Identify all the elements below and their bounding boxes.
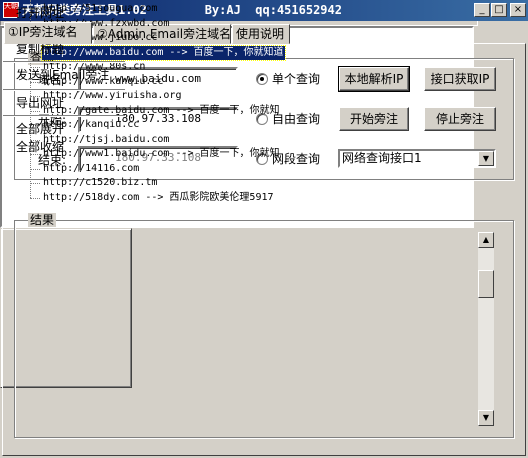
tree-item-label: http://518dy.com --> 西瓜影院欧美伦理5917 [43,191,274,203]
tree-connector [30,197,40,199]
results-scrollbar[interactable]: ▲ ▼ [478,232,494,426]
tree-item-label: http://www1.baidu.com --> 百度一下，你就知 [43,148,280,159]
minimize-button[interactable]: _ [474,3,490,17]
scroll-up-button[interactable]: ▲ [478,232,494,248]
tree-item[interactable]: http://14116.com [0,162,450,176]
close-button[interactable]: × [510,3,526,17]
scroll-down-button[interactable]: ▼ [478,410,494,426]
menu-separator [3,61,125,63]
results-tree[interactable]: http://51sougua.com http://www.fzxwbd.com… [0,0,474,228]
tree-item[interactable]: http://www1.baidu.com --> 百度一下，你就知 [0,147,450,161]
tree-item[interactable]: http://kanqiu.cc [0,118,450,132]
results-group [14,220,514,438]
ctx-export-urls[interactable]: 导出网址 [16,94,64,112]
tree-item-label: http://14116.com [43,162,140,174]
tree-item[interactable]: http://518dy.com --> 西瓜影院欧美伦理5917 [0,191,450,205]
tree-item[interactable]: http://c1520.biz.tm [0,176,450,190]
tree-connector [30,183,40,184]
ctx-send-to-email-side[interactable]: 发送到Email旁注 [16,66,109,84]
tree-item[interactable]: http://www.baidu.com --> 百度一下，你就知道 [0,44,450,61]
chevron-down-icon[interactable]: ▼ [478,151,494,166]
scroll-thumb[interactable] [478,270,494,298]
menu-separator [3,115,125,117]
results-group-label: 结果 [28,213,57,227]
tree-item[interactable]: http://www.yiruisha.org [0,89,450,103]
ctx-expand-all[interactable]: 全部展开 [16,120,64,138]
tree-item[interactable]: http://tjsj.baidu.com [0,133,450,147]
maximize-button[interactable]: □ [491,3,507,17]
tree-item-label: http://www.baidu.com --> 百度一下，你就知道 [41,44,286,61]
tree-connector [30,168,40,170]
tree-item-label: http://c1520.biz.tm [43,177,158,188]
tab-ip-side-domain[interactable]: ①IP旁注域名 [4,22,92,44]
ctx-collapse-all[interactable]: 全部收缩 [16,138,64,156]
ctx-open-url[interactable]: 打开网址 [16,4,64,22]
menu-separator [3,89,125,91]
